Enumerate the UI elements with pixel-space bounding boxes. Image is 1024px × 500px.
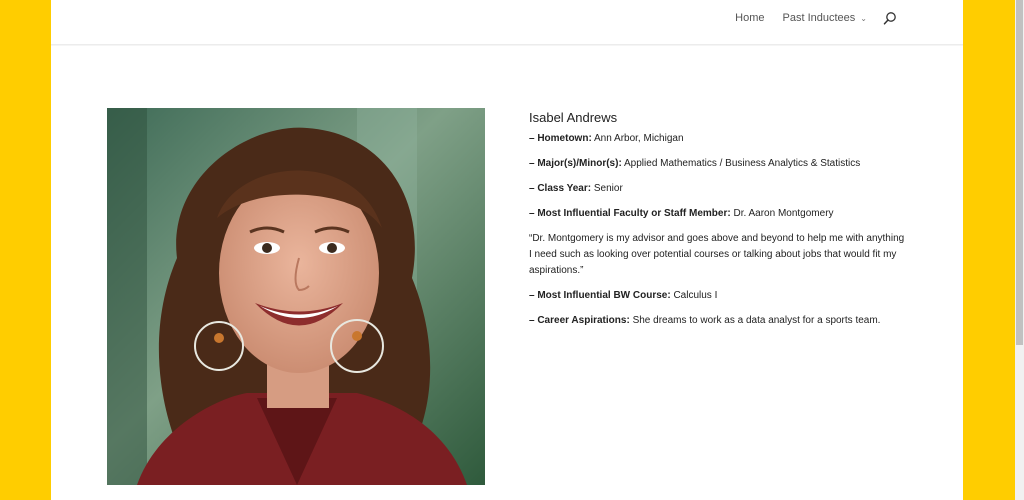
- major-label: – Major(s)/Minor(s):: [529, 158, 622, 169]
- page-container: Home Past Inductees ⌄ Isabel Andrews – H…: [51, 0, 963, 500]
- career-value: She dreams to work as a data analyst for…: [632, 315, 881, 326]
- page-scrollbar[interactable]: [1015, 0, 1024, 500]
- course-value: Calculus I: [673, 290, 718, 301]
- career-label: – Career Aspirations:: [529, 315, 630, 326]
- career-row: – Career Aspirations: She dreams to work…: [529, 313, 909, 329]
- faculty-label: – Most Influential Faculty or Staff Memb…: [529, 208, 731, 219]
- inductee-name: Isabel Andrews: [529, 110, 618, 125]
- search-icon[interactable]: [883, 11, 897, 25]
- faculty-value: Dr. Aaron Montgomery: [733, 208, 834, 219]
- class-year-label: – Class Year:: [529, 183, 592, 194]
- class-year-value: Senior: [593, 183, 623, 194]
- top-navigation-bar: Home Past Inductees ⌄: [51, 0, 963, 45]
- nav-home-link[interactable]: Home: [735, 12, 764, 24]
- class-year-row: – Class Year: Senior: [529, 181, 909, 197]
- course-row: – Most Influential BW Course: Calculus I: [529, 288, 909, 304]
- hometown-row: – Hometown: Ann Arbor, Michigan: [529, 131, 909, 147]
- chevron-down-icon: ⌄: [860, 13, 867, 23]
- advisor-quote: “Dr. Montgomery is my advisor and goes a…: [529, 233, 905, 276]
- main-menu: Home Past Inductees ⌄: [717, 11, 897, 25]
- major-value: Applied Mathematics / Business Analytics…: [624, 158, 861, 169]
- scrollbar-thumb[interactable]: [1016, 0, 1023, 345]
- hometown-value: Ann Arbor, Michigan: [594, 133, 684, 144]
- nav-past-inductees-link[interactable]: Past Inductees ⌄: [783, 12, 867, 24]
- inductee-photo: [107, 108, 485, 485]
- major-row: – Major(s)/Minor(s): Applied Mathematics…: [529, 156, 909, 172]
- nav-past-inductees-label: Past Inductees: [782, 12, 856, 24]
- hometown-label: – Hometown:: [529, 133, 592, 144]
- faculty-row: – Most Influential Faculty or Staff Memb…: [529, 206, 909, 222]
- course-label: – Most Influential BW Course:: [529, 290, 671, 301]
- inductee-details: Isabel Andrews – Hometown: Ann Arbor, Mi…: [529, 110, 909, 338]
